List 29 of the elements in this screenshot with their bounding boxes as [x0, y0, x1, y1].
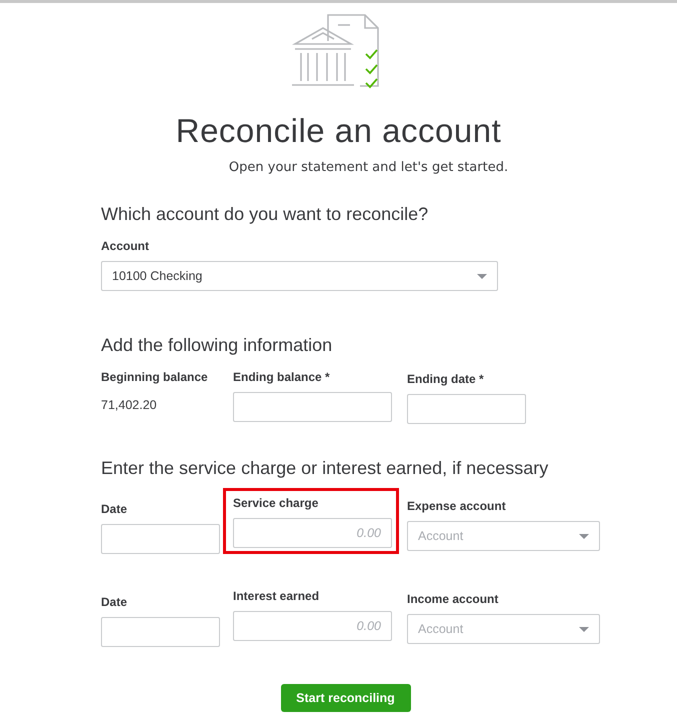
dropdown-caret-icon: [579, 626, 589, 632]
field-label: Interest earned: [233, 589, 320, 605]
dropdown-caret-icon: [477, 274, 487, 278]
field-label: Expense account: [407, 499, 507, 515]
field-label: Date: [101, 502, 128, 518]
page-subtitle: Open your statement and let's get started.: [228, 160, 508, 175]
amount-field[interactable]: 0.00: [233, 518, 392, 548]
date-field[interactable]: [101, 617, 220, 647]
field-label: Income account: [407, 592, 500, 608]
field-label: Ending balance *: [233, 370, 331, 386]
account-dropdown[interactable]: 10100 Checking: [101, 261, 498, 291]
field-label: Service charge: [233, 496, 320, 512]
date-field[interactable]: [101, 524, 220, 554]
field-label: Account: [101, 239, 150, 255]
page-title: Reconcile an account: [176, 112, 502, 150]
section-heading: Add the following information: [101, 335, 334, 356]
section-heading: Which account do you want to reconcile?: [101, 204, 430, 225]
field-label: Date: [101, 595, 128, 611]
amount-field[interactable]: 0.00: [233, 611, 392, 641]
field-label: Ending date *: [407, 372, 485, 388]
section-heading: Enter the service charge or interest earned, if necessary: [101, 458, 550, 479]
account-dropdown[interactable]: Account: [407, 614, 600, 644]
field-label: Beginning balance: [101, 370, 209, 386]
input-field[interactable]: [407, 394, 526, 424]
balance-value: 71,402.20: [101, 398, 158, 412]
input-field[interactable]: [233, 392, 392, 422]
account-dropdown[interactable]: Account: [407, 521, 600, 551]
dropdown-caret-icon: [579, 534, 589, 538]
start-reconciling-button[interactable]: Start reconciling: [280, 684, 410, 712]
